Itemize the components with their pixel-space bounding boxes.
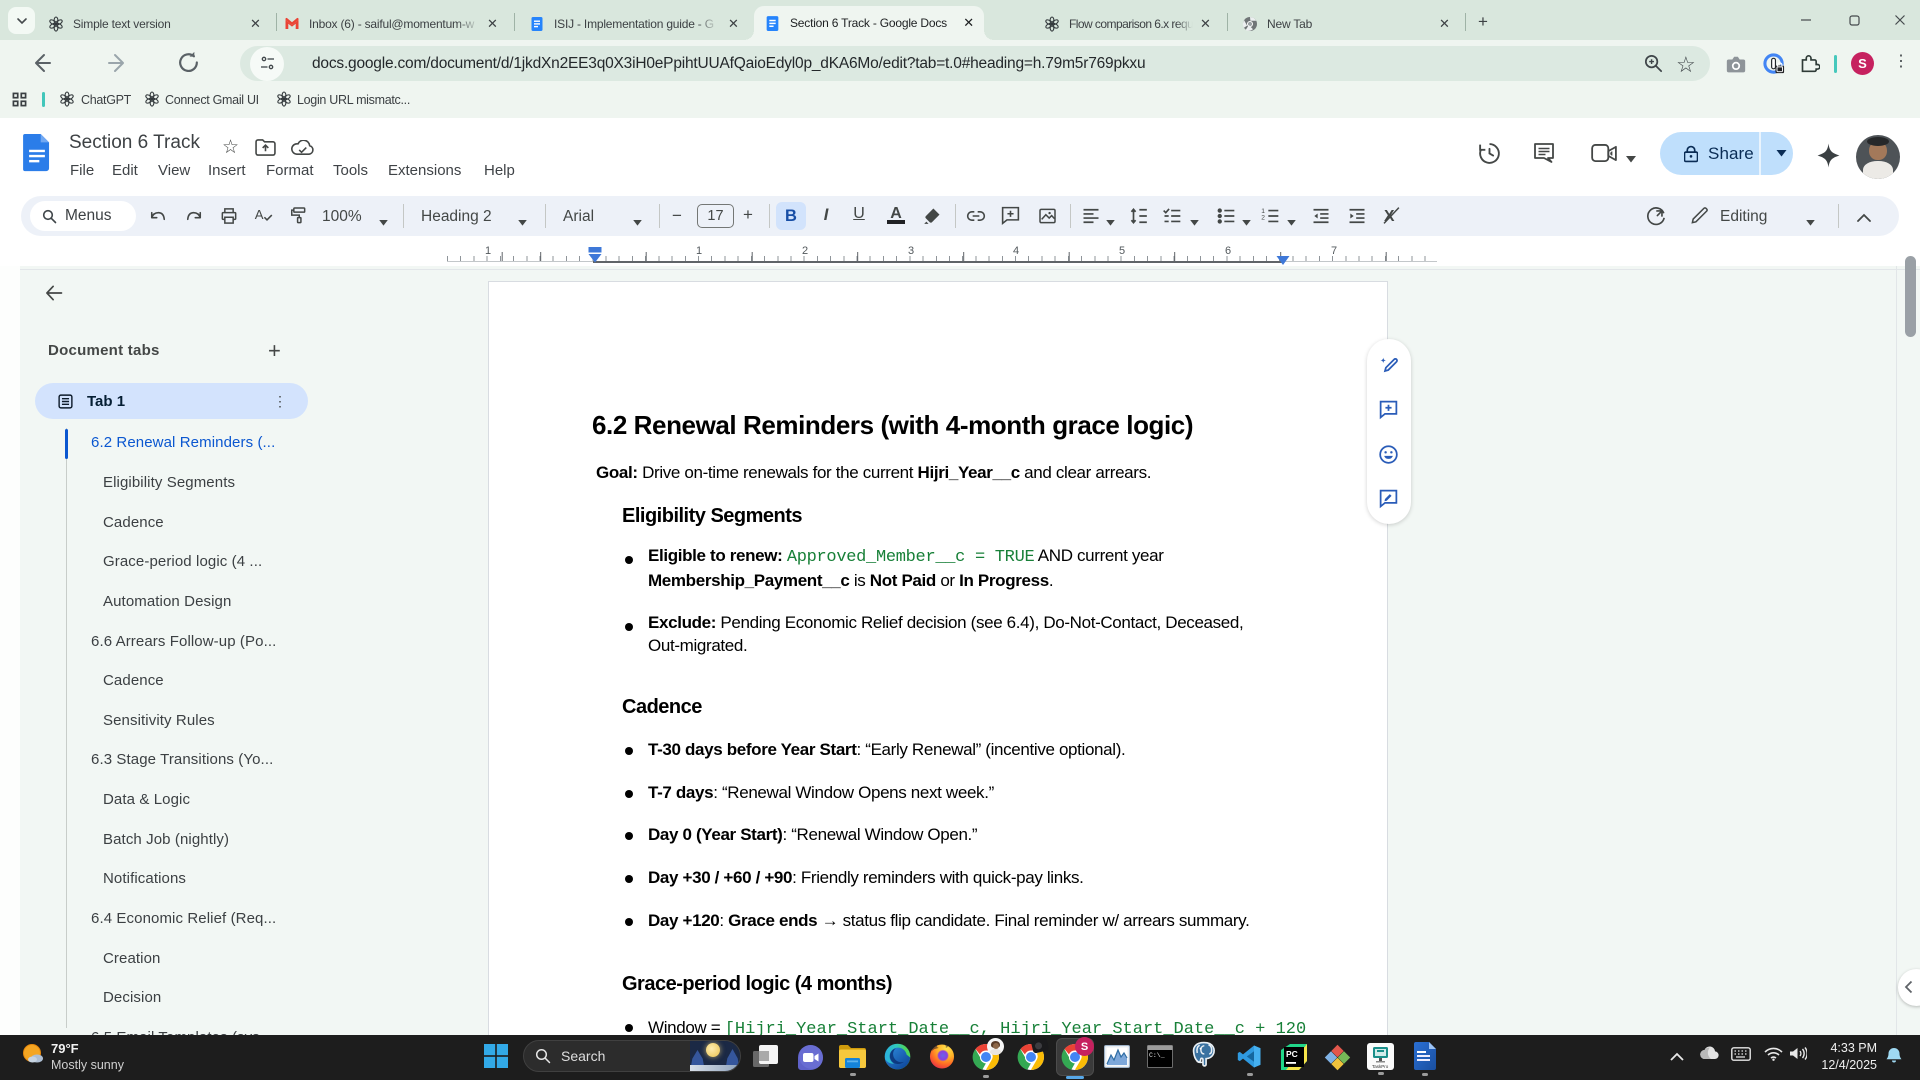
svg-text:C:\_: C:\_ bbox=[1149, 1052, 1165, 1059]
svg-text:2: 2 bbox=[1261, 214, 1265, 221]
svg-text:TaskPro: TaskPro bbox=[1372, 1064, 1389, 1069]
svg-text:A: A bbox=[255, 207, 264, 222]
svg-text:PC: PC bbox=[1286, 1049, 1298, 1059]
